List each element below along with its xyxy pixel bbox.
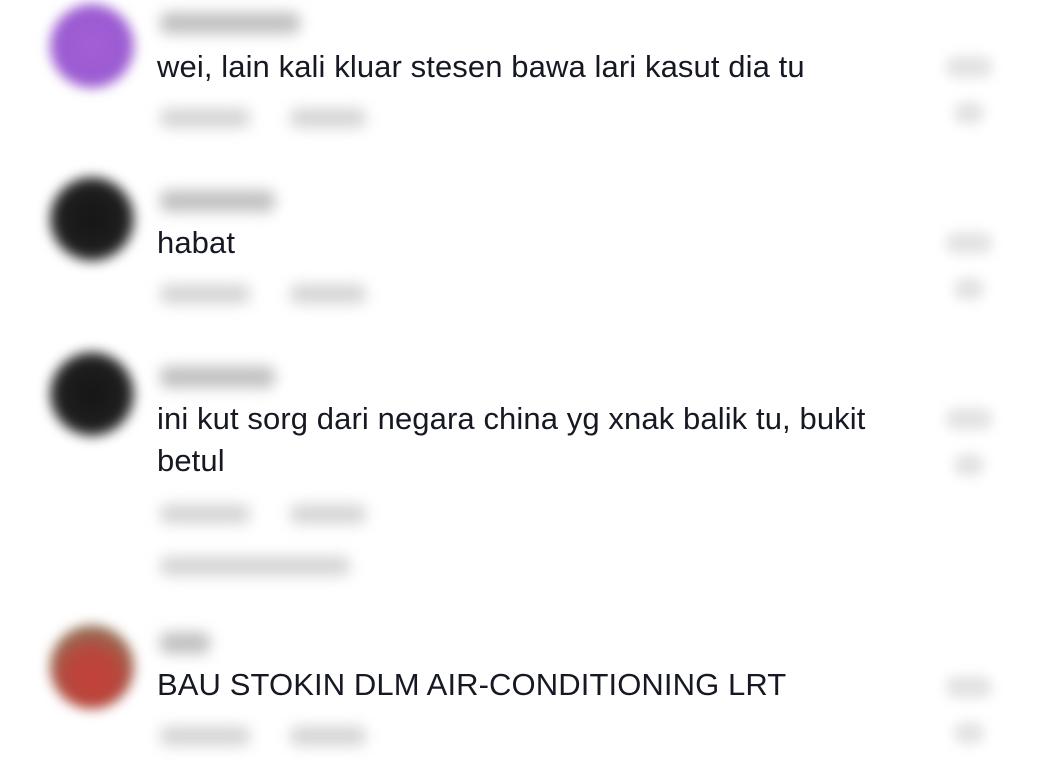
like-count-blurred: [954, 454, 984, 476]
avatar[interactable]: [50, 177, 134, 261]
reply-button-blurred[interactable]: [290, 726, 366, 746]
like-icon[interactable]: [946, 232, 992, 254]
like-icon[interactable]: [946, 56, 992, 78]
like-count-blurred: [954, 278, 984, 300]
comment-text: ini kut sorg dari negara china yg xnak b…: [157, 401, 866, 478]
reply-button-blurred[interactable]: [290, 108, 366, 128]
comment-meta-blurred: [160, 108, 250, 128]
like-count-blurred: [954, 102, 984, 124]
username-blurred[interactable]: [160, 12, 300, 34]
username-blurred[interactable]: [160, 366, 275, 388]
comment-meta-blurred: [160, 284, 250, 304]
like-count-blurred: [954, 722, 984, 744]
like-icon[interactable]: [946, 408, 992, 430]
avatar[interactable]: [50, 4, 134, 88]
avatar[interactable]: [50, 625, 134, 709]
comment-text: BAU STOKIN DLM AIR-CONDITIONING LRT: [157, 667, 787, 702]
comment-text: habat: [157, 225, 236, 260]
reply-button-blurred[interactable]: [290, 284, 366, 304]
view-replies-blurred[interactable]: [160, 556, 350, 576]
like-icon[interactable]: [946, 676, 992, 698]
comment-meta-blurred: [160, 726, 250, 746]
comment-meta-blurred: [160, 504, 250, 524]
comment-text: wei, lain kali kluar stesen bawa lari ka…: [157, 49, 805, 84]
username-blurred[interactable]: [160, 632, 210, 654]
reply-button-blurred[interactable]: [290, 504, 366, 524]
username-blurred[interactable]: [160, 190, 275, 212]
avatar[interactable]: [50, 352, 134, 436]
